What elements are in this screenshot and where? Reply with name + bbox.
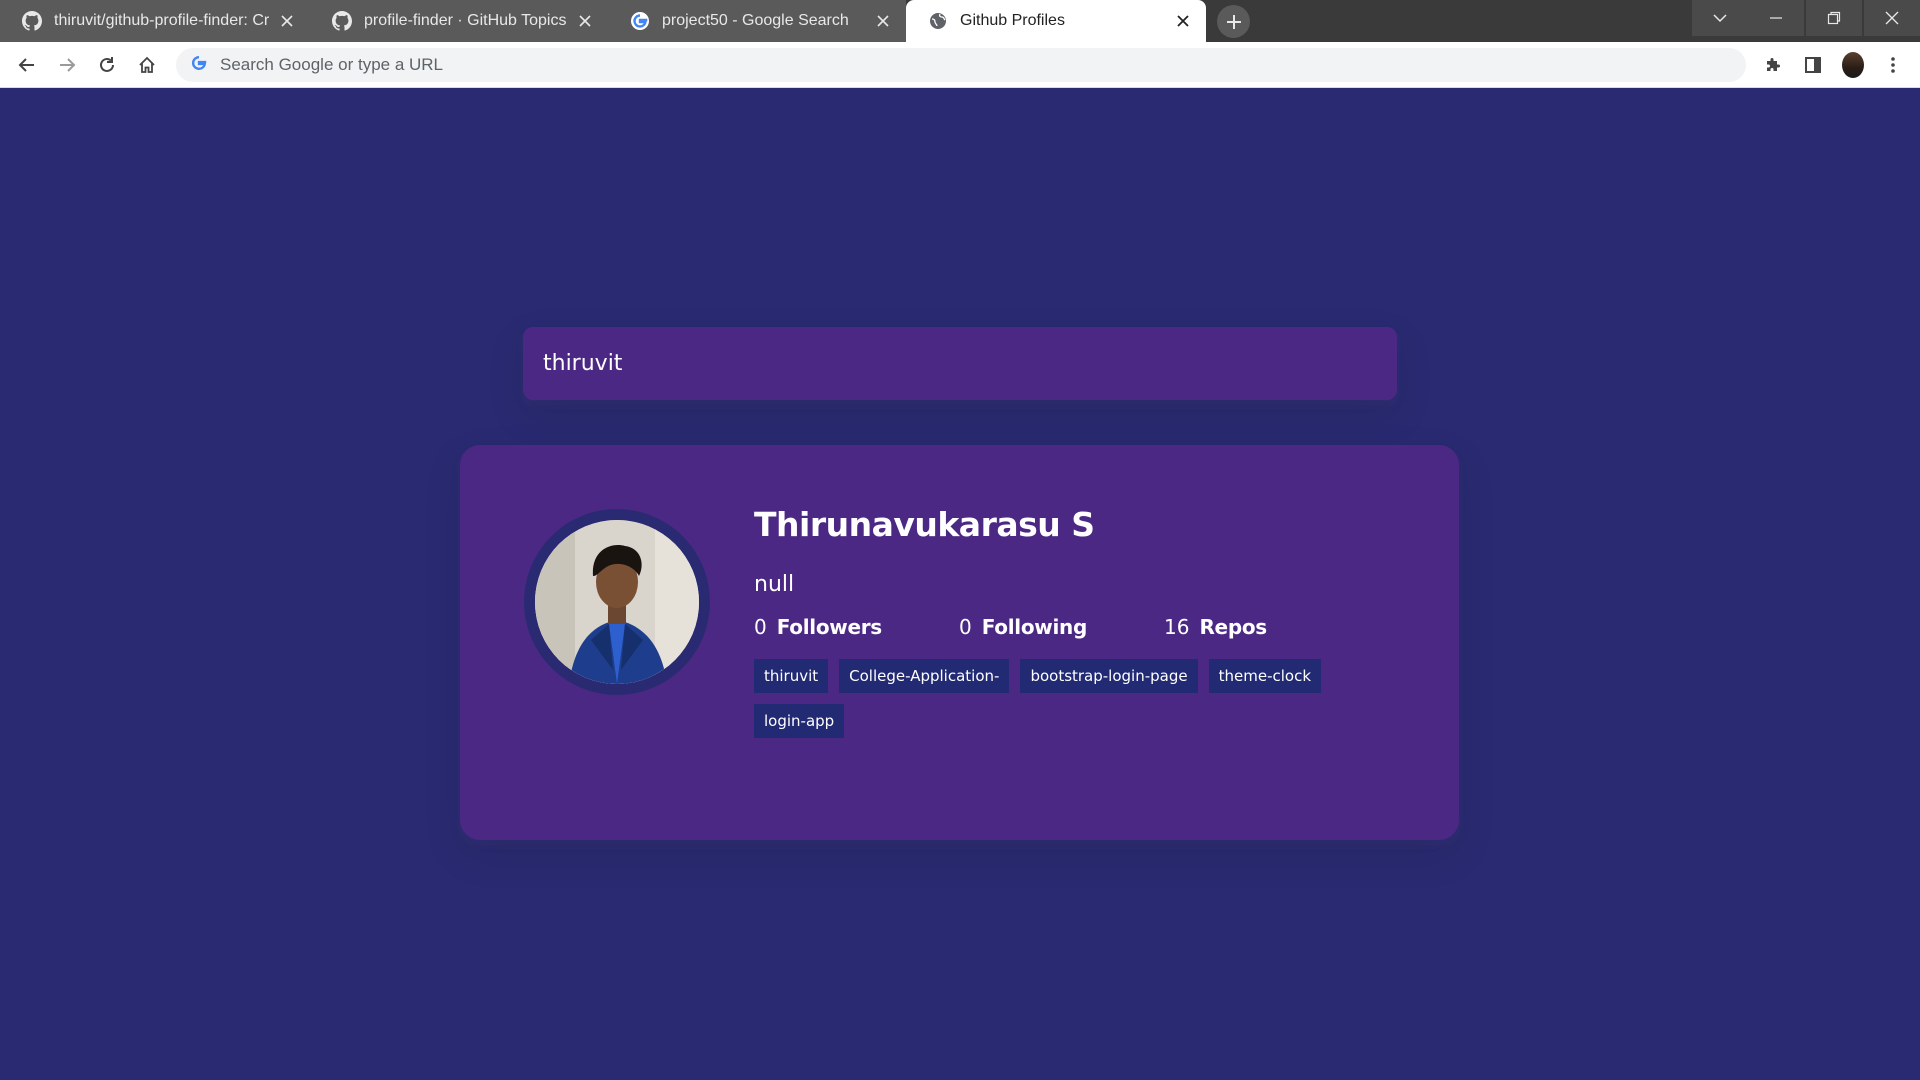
close-icon [1885, 11, 1899, 25]
browser-tab-strip: thiruvit/github-profile-finder: Cr profi… [0, 0, 1920, 42]
menu-button[interactable] [1876, 48, 1910, 82]
user-info: Thirunavukarasu S null 0 Followers 0 Fol… [754, 505, 1434, 749]
github-profiles-page: Thirunavukarasu S null 0 Followers 0 Fol… [0, 89, 1920, 1080]
puzzle-icon [1767, 58, 1780, 71]
browser-toolbar [0, 42, 1920, 88]
extensions-button[interactable] [1756, 48, 1790, 82]
home-icon [139, 56, 155, 73]
tab-search-button[interactable] [1692, 0, 1748, 36]
arrow-right-icon [60, 58, 76, 72]
followers-label: Followers [776, 615, 882, 639]
following-count: 0 [959, 615, 972, 639]
tab-title: project50 - Google Search [662, 12, 849, 29]
repos-count: 16 [1164, 615, 1190, 639]
side-panel-icon [1805, 57, 1821, 73]
side-panel-button[interactable] [1796, 48, 1830, 82]
following-stat: 0 Following [959, 615, 1164, 639]
browser-tab-1[interactable]: thiruvit/github-profile-finder: Cr [0, 0, 310, 42]
forward-button[interactable] [50, 48, 84, 82]
close-tab-icon[interactable] [576, 12, 594, 30]
back-button[interactable] [10, 48, 44, 82]
close-tab-icon[interactable] [874, 12, 892, 30]
repo-link[interactable]: login-app [754, 704, 845, 738]
google-icon [630, 11, 650, 31]
profile-card: Thirunavukarasu S null 0 Followers 0 Fol… [460, 445, 1459, 840]
minimize-icon [1770, 17, 1782, 19]
reload-icon [100, 57, 114, 72]
omnibox-input[interactable] [220, 55, 1620, 75]
close-tab-icon[interactable] [278, 12, 296, 30]
omnibox[interactable] [176, 48, 1746, 82]
globe-icon [928, 11, 948, 31]
following-label: Following [981, 615, 1088, 639]
repo-link[interactable]: thiruvit [754, 659, 829, 693]
search-form [523, 327, 1397, 400]
restore-icon [1827, 11, 1841, 25]
followers-count: 0 [754, 615, 767, 639]
restore-button[interactable] [1806, 0, 1862, 36]
avatar [535, 520, 699, 684]
repos-stat: 16 Repos [1164, 615, 1369, 639]
reload-button[interactable] [90, 48, 124, 82]
google-icon [190, 54, 208, 77]
profile-button[interactable] [1836, 48, 1870, 82]
repo-link[interactable]: College-Application- [839, 659, 1010, 693]
tab-title: profile-finder · GitHub Topics [364, 12, 567, 29]
repo-link[interactable]: theme-clock [1208, 659, 1322, 693]
github-icon [332, 11, 352, 31]
avatar-ring [524, 509, 710, 695]
chevron-down-icon [1713, 14, 1727, 23]
user-name: Thirunavukarasu S [754, 505, 1095, 544]
close-window-button[interactable] [1864, 0, 1920, 36]
github-icon [22, 11, 42, 31]
profile-avatar [1842, 52, 1864, 78]
browser-tab-2[interactable]: profile-finder · GitHub Topics [310, 0, 608, 42]
minimize-button[interactable] [1748, 0, 1804, 36]
arrow-left-icon [18, 58, 34, 72]
followers-stat: 0 Followers [754, 615, 959, 639]
search-input[interactable] [523, 327, 1397, 400]
tab-title: thiruvit/github-profile-finder: Cr [54, 12, 270, 29]
browser-tab-active[interactable]: Github Profiles [906, 0, 1206, 42]
new-tab-button[interactable] [1217, 5, 1250, 38]
repos-list: thiruvit College-Application- bootstrap-… [754, 659, 1374, 749]
tab-title: Github Profiles [960, 12, 1065, 29]
user-bio: null [754, 572, 795, 597]
close-tab-icon[interactable] [1174, 12, 1192, 30]
more-vert-icon [1891, 57, 1895, 73]
repo-link[interactable]: bootstrap-login-page [1020, 659, 1198, 693]
browser-tab-3[interactable]: project50 - Google Search [608, 0, 906, 42]
home-button[interactable] [130, 48, 164, 82]
stats-list: 0 Followers 0 Following 16 Repos [754, 615, 1434, 639]
plus-icon [1226, 14, 1241, 29]
repos-label: Repos [1199, 615, 1267, 639]
